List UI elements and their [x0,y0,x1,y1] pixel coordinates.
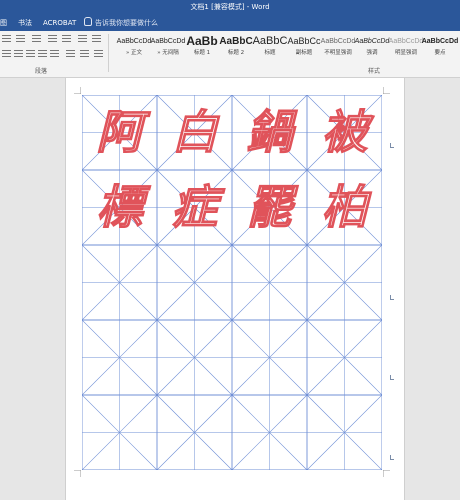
borders-icon[interactable] [94,50,103,57]
tab-partial[interactable]: 图 [0,18,7,28]
shading-icon[interactable] [80,50,89,57]
group-divider [108,34,109,72]
paragraph-group-label: 段落 [35,68,48,75]
numbering-icon[interactable] [16,35,25,42]
title-bar: 文档1 [兼容模式] - Word [0,0,460,14]
style-preview: AaBbCcDd [421,38,459,45]
styles-group-label: 样式 [368,68,381,75]
multilevel-list-icon[interactable] [32,35,41,42]
paragraph-group [0,35,108,67]
increase-indent-icon[interactable] [62,35,71,42]
paragraph-mark-icon [390,375,394,380]
style-name: 要点 [434,50,446,56]
practice-character: 鍋 [246,104,293,159]
margin-corner-mark [383,470,390,477]
ribbon-tabs: 图 书法 ACROBAT 告诉我你想要做什么 [0,14,460,31]
show-marks-icon[interactable] [92,35,101,42]
tab-calligraphy[interactable]: 书法 [18,18,32,28]
line-spacing-icon[interactable] [66,50,75,57]
practice-character: 柏 [321,179,368,234]
practice-character: 被 [321,104,368,159]
sort-icon[interactable] [78,35,87,42]
bullets-icon[interactable] [2,35,11,42]
practice-character: 標 [96,179,143,234]
calligraphy-characters: 阿 白 鍋 被 標 症 罷 柏 [82,95,382,245]
practice-character: 症 [171,179,218,234]
tell-me-text: 告诉我你想要做什么 [95,19,158,27]
margin-corner-mark [383,87,390,94]
paragraph-mark-icon [390,455,394,460]
ribbon: 段落 AaBbCcDd » 正文 AaBbCcDd » 无间隔 AaBb 标题 … [0,31,460,78]
lightbulb-icon [84,17,92,26]
paragraph-mark-icon [390,295,394,300]
align-left-icon[interactable] [2,50,11,57]
align-center-icon[interactable] [14,50,23,57]
margin-corner-mark [74,87,81,94]
decrease-indent-icon[interactable] [48,35,57,42]
margin-corner-mark [74,470,81,477]
tell-me-box[interactable]: 告诉我你想要做什么 [84,17,158,29]
practice-character: 阿 [96,104,143,159]
practice-character: 罷 [246,179,293,234]
distributed-icon[interactable] [50,50,59,57]
style-strong[interactable]: AaBbCcDd 要点 [418,34,460,62]
window-title: 文档1 [兼容模式] - Word [190,3,270,11]
justify-icon[interactable] [38,50,47,57]
tab-acrobat[interactable]: ACROBAT [43,18,76,28]
align-right-icon[interactable] [26,50,35,57]
paragraph-mark-icon [390,143,394,148]
practice-character: 白 [171,104,218,159]
